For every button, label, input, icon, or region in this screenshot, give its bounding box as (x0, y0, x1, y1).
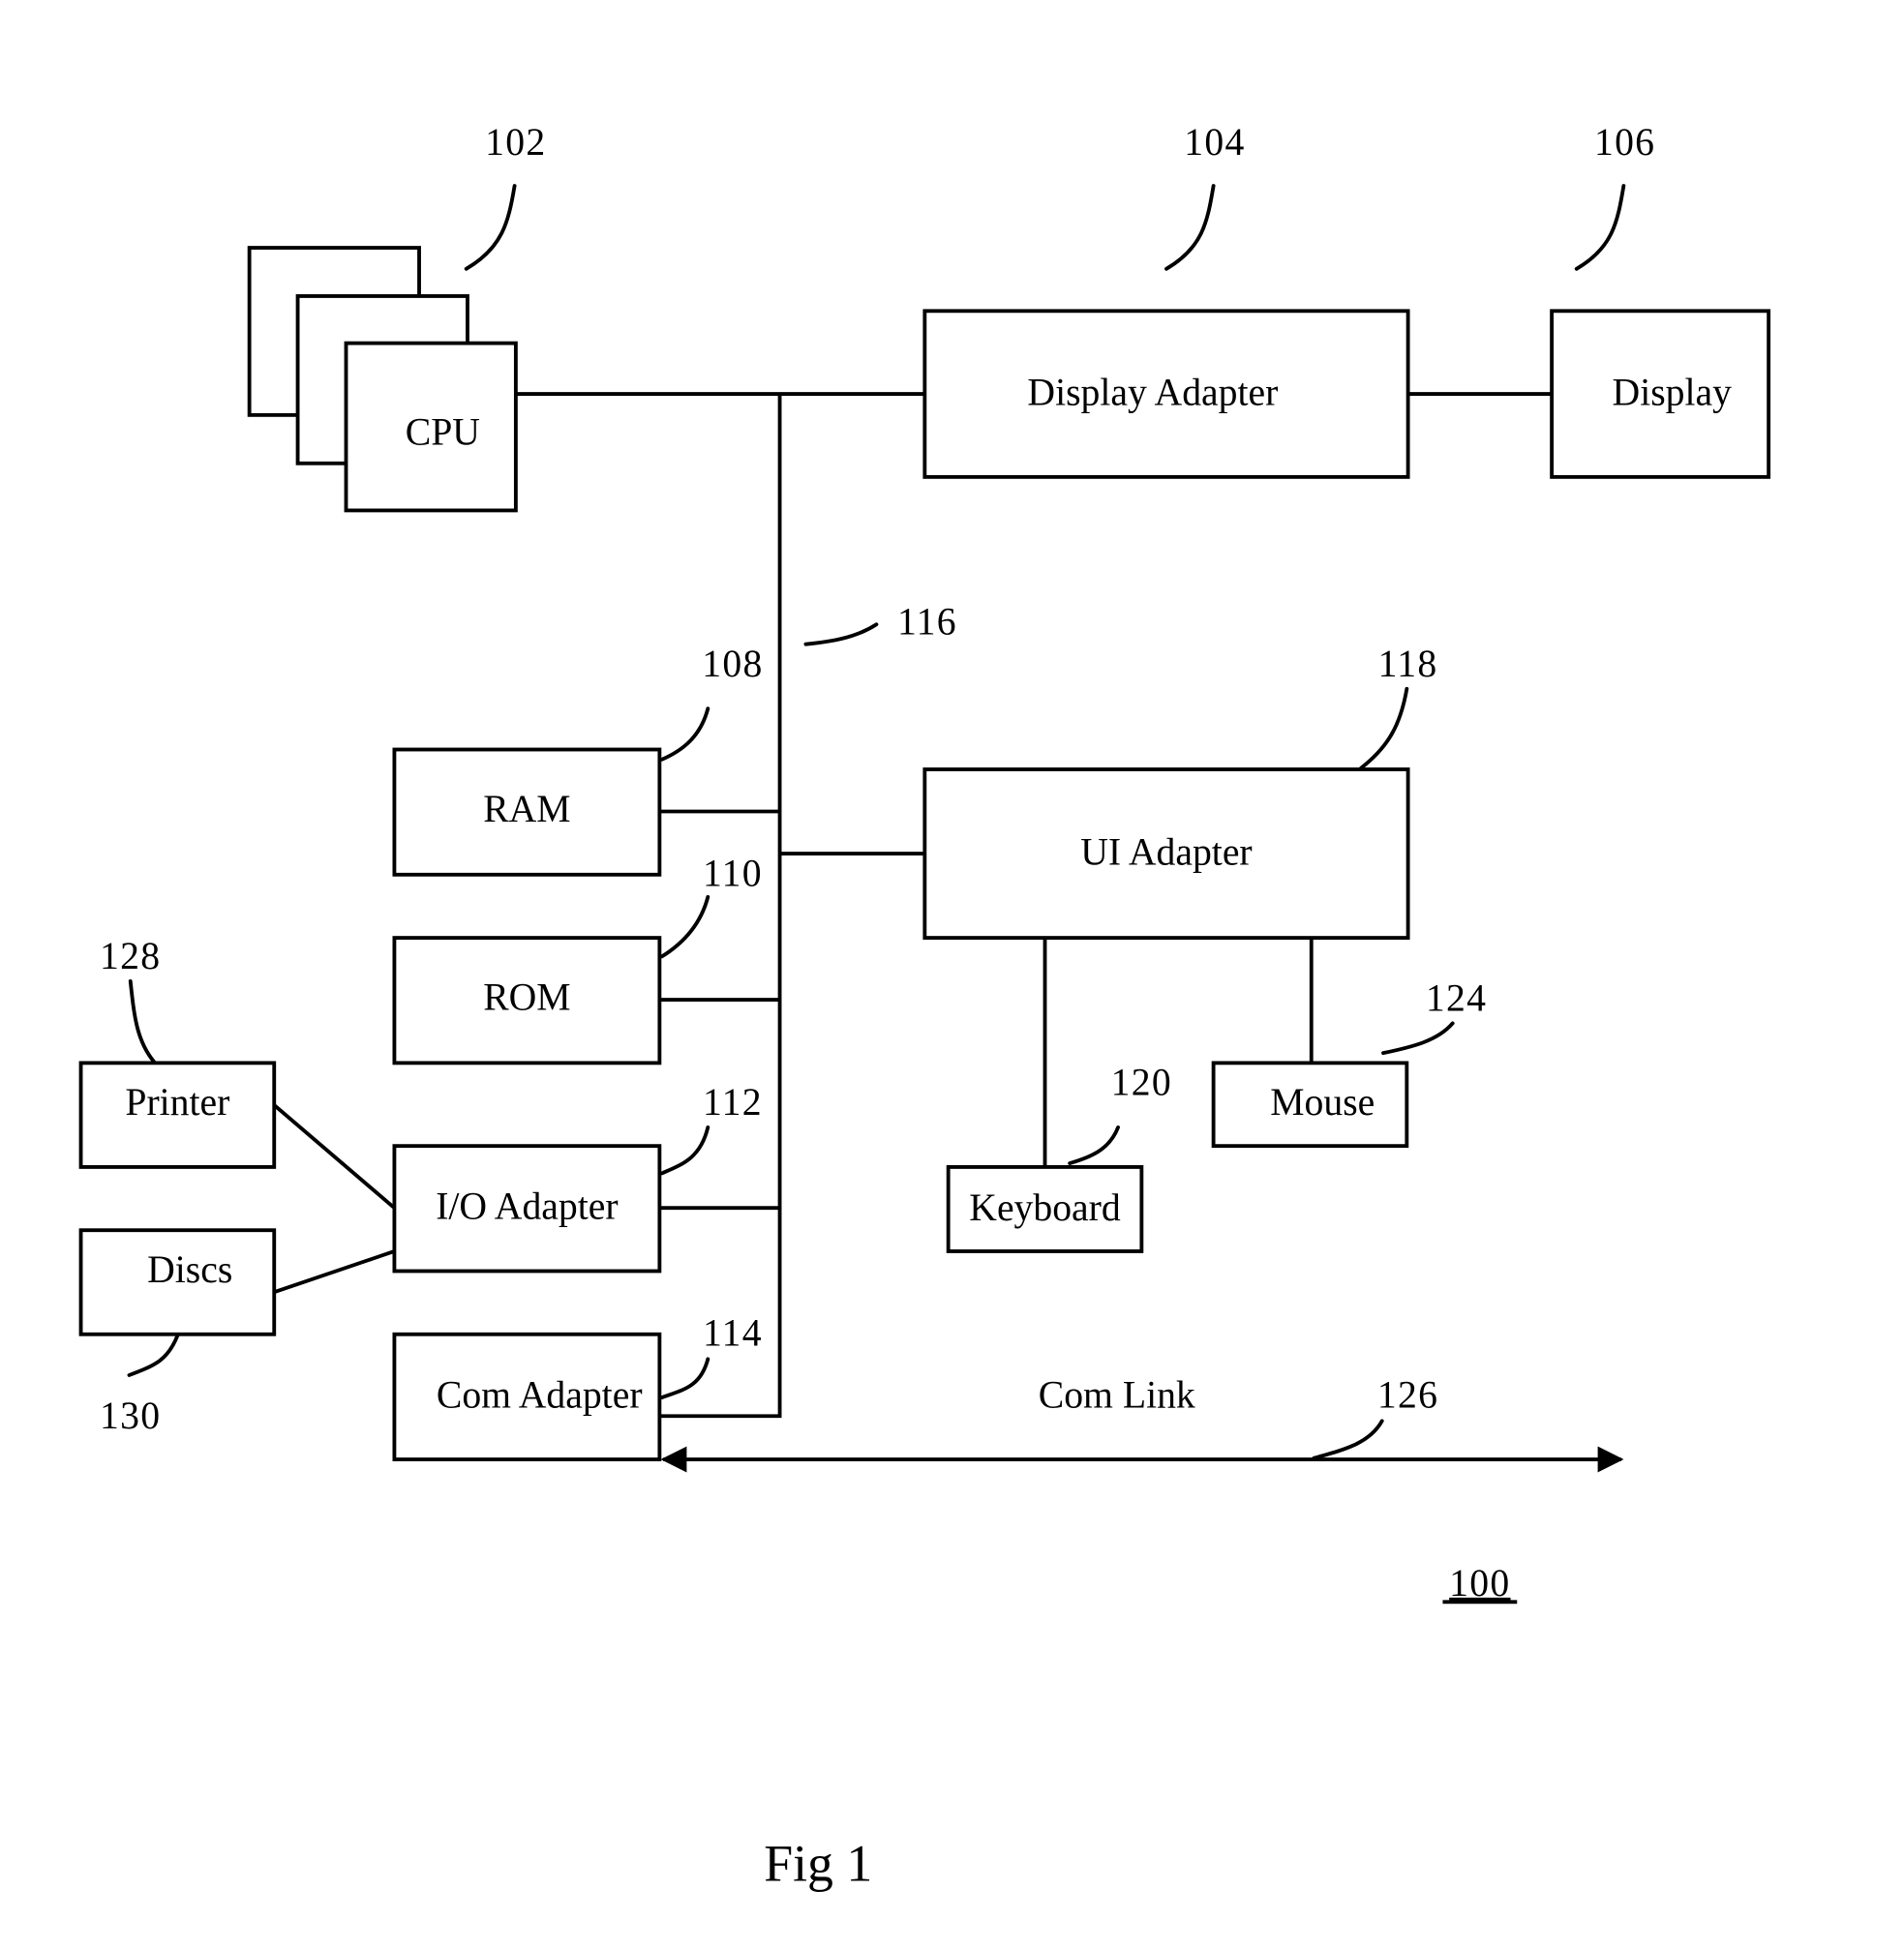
ref-118: 118 (1378, 643, 1438, 685)
ui-adapter-label: UI Adapter (1080, 831, 1252, 874)
rom-label: ROM (483, 975, 570, 1018)
mouse-block: Mouse (1211, 1061, 1409, 1149)
system-bus-116 (660, 394, 782, 1419)
ref-128: 128 (100, 935, 161, 977)
com-adapter-block: Com Adapter (392, 1332, 662, 1461)
discs-io-line (273, 1249, 396, 1295)
leader-118 (1359, 686, 1409, 770)
leader-120 (1068, 1125, 1120, 1166)
cpu-label: CPU (406, 411, 480, 454)
ref-120: 120 (1111, 1062, 1172, 1104)
display-block: Display (1550, 309, 1771, 479)
cpu-block: CPU (247, 246, 518, 513)
system-ref-100: 100 (1449, 1562, 1510, 1605)
leader-110 (660, 894, 710, 959)
ref-116: 116 (897, 600, 957, 643)
display-adapter-block: Display Adapter (922, 309, 1410, 479)
display-label: Display (1613, 372, 1733, 414)
printer-label: Printer (125, 1081, 229, 1124)
ref-130: 130 (100, 1395, 161, 1437)
leader-108 (660, 706, 710, 762)
printer-io-line (272, 1103, 396, 1210)
leader-102 (464, 184, 517, 271)
ref-124: 124 (1426, 977, 1487, 1020)
block-diagram: CPU 102 Display Adapter 104 Display 106 … (78, 121, 1771, 1892)
display-adapter-label: Display Adapter (1027, 372, 1278, 414)
discs-label: Discs (147, 1248, 232, 1291)
com-adapter-label: Com Adapter (437, 1373, 643, 1416)
keyboard-block: Keyboard (946, 1165, 1144, 1253)
printer-block: Printer (78, 1061, 277, 1169)
io-adapter-label: I/O Adapter (436, 1185, 618, 1228)
ref-104: 104 (1184, 121, 1245, 164)
leader-104 (1164, 184, 1216, 271)
ref-126: 126 (1377, 1373, 1438, 1416)
keyboard-label: Keyboard (969, 1186, 1121, 1229)
ref-106: 106 (1594, 121, 1655, 164)
ref-114: 114 (703, 1311, 763, 1354)
ref-108: 108 (702, 643, 763, 685)
ram-block: RAM (392, 747, 662, 877)
leader-124 (1381, 1021, 1455, 1056)
leader-114 (660, 1357, 710, 1399)
ram-label: RAM (483, 788, 570, 830)
leader-130 (127, 1334, 180, 1377)
leader-106 (1574, 184, 1626, 271)
mouse-label: Mouse (1270, 1081, 1375, 1124)
leader-112 (660, 1125, 710, 1176)
io-adapter-block: I/O Adapter (392, 1144, 662, 1274)
ui-adapter-block: UI Adapter (922, 767, 1410, 941)
discs-block: Discs (78, 1228, 277, 1336)
figure-caption: Fig 1 (764, 1834, 872, 1892)
rom-block: ROM (392, 936, 662, 1065)
leader-128 (128, 978, 156, 1065)
leader-126 (1312, 1419, 1384, 1460)
ref-112: 112 (703, 1081, 763, 1124)
leader-116 (803, 622, 879, 646)
ref-102: 102 (485, 121, 546, 164)
ref-110: 110 (703, 852, 763, 894)
com-link-label: Com Link (1039, 1373, 1195, 1416)
